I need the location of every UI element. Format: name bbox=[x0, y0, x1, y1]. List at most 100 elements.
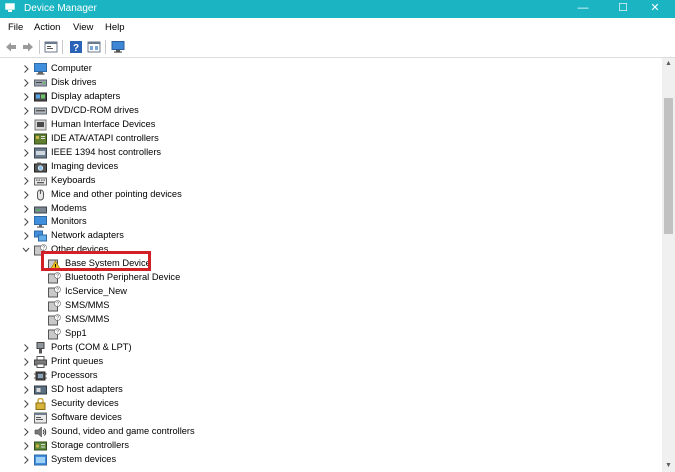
tree-item-label: Computer bbox=[51, 63, 92, 73]
chevron-right-icon[interactable] bbox=[21, 355, 31, 369]
tree-category[interactable]: System devices bbox=[0, 453, 662, 467]
tree-item-label: Network adapters bbox=[51, 230, 124, 241]
tree-category[interactable]: Processors bbox=[0, 369, 662, 383]
tree-device[interactable]: ? SMS/MMS bbox=[0, 313, 662, 327]
chevron-right-icon[interactable] bbox=[21, 411, 31, 425]
tree-category[interactable]: Computer bbox=[0, 62, 662, 76]
menu-help[interactable]: Help bbox=[105, 22, 125, 33]
chevron-right-icon[interactable] bbox=[21, 439, 31, 453]
tree-device[interactable]: ? IcService_New bbox=[0, 285, 662, 299]
chevron-right-icon[interactable] bbox=[21, 76, 31, 90]
close-button[interactable]: ✕ bbox=[635, 0, 675, 18]
modem-icon bbox=[34, 203, 47, 215]
unknown-device-icon: ? bbox=[48, 272, 61, 284]
tree-item-label: IEEE 1394 host controllers bbox=[51, 146, 162, 157]
system-device-icon bbox=[34, 454, 47, 466]
chevron-right-icon[interactable] bbox=[21, 369, 31, 383]
tree-category[interactable]: Security devices bbox=[0, 397, 662, 411]
chevron-right-icon[interactable] bbox=[21, 62, 31, 76]
chevron-right-icon[interactable] bbox=[21, 174, 31, 188]
tree-category[interactable]: Ports (COM & LPT) bbox=[0, 341, 662, 355]
tree-item-label: SMS/MMS bbox=[65, 314, 110, 325]
tree-item-label: Modems bbox=[51, 202, 87, 213]
tree-category[interactable]: SD host adapters bbox=[0, 383, 662, 397]
chevron-down-icon[interactable] bbox=[21, 243, 31, 257]
chevron-right-icon[interactable] bbox=[21, 188, 31, 202]
tree-item-label: Keyboards bbox=[51, 174, 96, 185]
tree-item-label: Security devices bbox=[51, 397, 119, 408]
monitor-scan-icon[interactable] bbox=[111, 40, 125, 54]
tree-category[interactable]: Sound, video and game controllers bbox=[0, 425, 662, 439]
minimize-button[interactable]: — bbox=[563, 0, 603, 18]
chevron-right-icon[interactable] bbox=[21, 90, 31, 104]
tree-category[interactable]: Human Interface Devices bbox=[0, 118, 662, 132]
chevron-right-icon[interactable] bbox=[21, 132, 31, 146]
chevron-right-icon[interactable] bbox=[21, 160, 31, 174]
maximize-icon: ☐ bbox=[618, 2, 628, 14]
device-manager-icon bbox=[5, 3, 15, 12]
tree-category[interactable]: Imaging devices bbox=[0, 160, 662, 174]
menu-file[interactable]: File bbox=[8, 22, 23, 33]
tree-device[interactable]: ? Spp1 bbox=[0, 327, 662, 341]
tree-item-label: Print queues bbox=[51, 355, 104, 366]
chevron-right-icon[interactable] bbox=[21, 229, 31, 243]
forward-arrow-icon[interactable] bbox=[21, 40, 35, 54]
tree-item-label: Imaging devices bbox=[51, 160, 119, 171]
sd-adapter-icon bbox=[34, 384, 47, 396]
tree-category[interactable]: Display adapters bbox=[0, 90, 662, 104]
chevron-right-icon[interactable] bbox=[21, 341, 31, 355]
close-icon: ✕ bbox=[650, 2, 660, 14]
tree-category[interactable]: Disk drives bbox=[0, 76, 662, 90]
tree-category[interactable]: Keyboards bbox=[0, 174, 662, 188]
title-bar: Device Manager — ☐ ✕ bbox=[0, 0, 675, 18]
chevron-right-icon[interactable] bbox=[21, 425, 31, 439]
tree-item-label: Storage controllers bbox=[51, 439, 130, 450]
scroll-down-icon[interactable]: ▼ bbox=[662, 460, 675, 472]
unknown-device-icon: ? bbox=[48, 300, 61, 312]
chevron-right-icon[interactable] bbox=[21, 397, 31, 411]
scroll-up-icon[interactable]: ▲ bbox=[662, 58, 675, 70]
tree-category[interactable]: Software devices bbox=[0, 411, 662, 425]
tree-device[interactable]: ? Bluetooth Peripheral Device bbox=[0, 271, 662, 285]
toolbar: ? bbox=[0, 37, 675, 58]
tree-category[interactable]: Modems bbox=[0, 202, 662, 216]
chevron-right-icon[interactable] bbox=[21, 118, 31, 132]
chevron-right-icon[interactable] bbox=[21, 146, 31, 160]
processor-icon bbox=[34, 370, 47, 382]
tree-category[interactable]: Monitors bbox=[0, 215, 662, 229]
tree-category[interactable]: Mice and other pointing devices bbox=[0, 188, 662, 202]
tree-category[interactable]: DVD/CD-ROM drives bbox=[0, 104, 662, 118]
computer-icon bbox=[34, 63, 47, 75]
chevron-right-icon[interactable] bbox=[21, 453, 31, 467]
hid-icon bbox=[34, 119, 47, 131]
network-adapter-icon bbox=[34, 230, 47, 242]
tree-item-label: IDE ATA/ATAPI controllers bbox=[51, 132, 159, 143]
chevron-right-icon[interactable] bbox=[21, 215, 31, 229]
unknown-device-icon: ? bbox=[48, 314, 61, 326]
tree-category[interactable]: Storage controllers bbox=[0, 439, 662, 453]
minimize-icon: — bbox=[577, 2, 589, 14]
show-hidden-icon[interactable] bbox=[87, 40, 101, 54]
keyboard-icon bbox=[34, 175, 47, 187]
chevron-right-icon[interactable] bbox=[21, 104, 31, 118]
chevron-right-icon[interactable] bbox=[21, 383, 31, 397]
tree-item-label: DVD/CD-ROM drives bbox=[51, 104, 139, 115]
back-arrow-icon[interactable] bbox=[4, 40, 18, 54]
sound-icon bbox=[34, 426, 47, 438]
menu-view[interactable]: View bbox=[73, 22, 93, 33]
tree-category[interactable]: Print queues bbox=[0, 355, 662, 369]
svg-text:?: ? bbox=[56, 330, 59, 336]
properties-icon[interactable] bbox=[44, 40, 58, 54]
tree-category[interactable]: Network adapters bbox=[0, 229, 662, 243]
toolbar-separator bbox=[105, 40, 106, 54]
tree-category[interactable]: IEEE 1394 host controllers bbox=[0, 146, 662, 160]
help-icon[interactable]: ? bbox=[69, 40, 83, 54]
tree-category[interactable]: IDE ATA/ATAPI controllers bbox=[0, 132, 662, 146]
menu-action[interactable]: Action bbox=[34, 22, 60, 33]
chevron-right-icon[interactable] bbox=[21, 202, 31, 216]
scrollbar-thumb[interactable] bbox=[664, 98, 673, 234]
vertical-scrollbar[interactable]: ▲ ▼ bbox=[662, 58, 675, 472]
tree-item-label: Software devices bbox=[51, 411, 122, 422]
tree-device[interactable]: ? SMS/MMS bbox=[0, 299, 662, 313]
printer-icon bbox=[34, 355, 47, 368]
